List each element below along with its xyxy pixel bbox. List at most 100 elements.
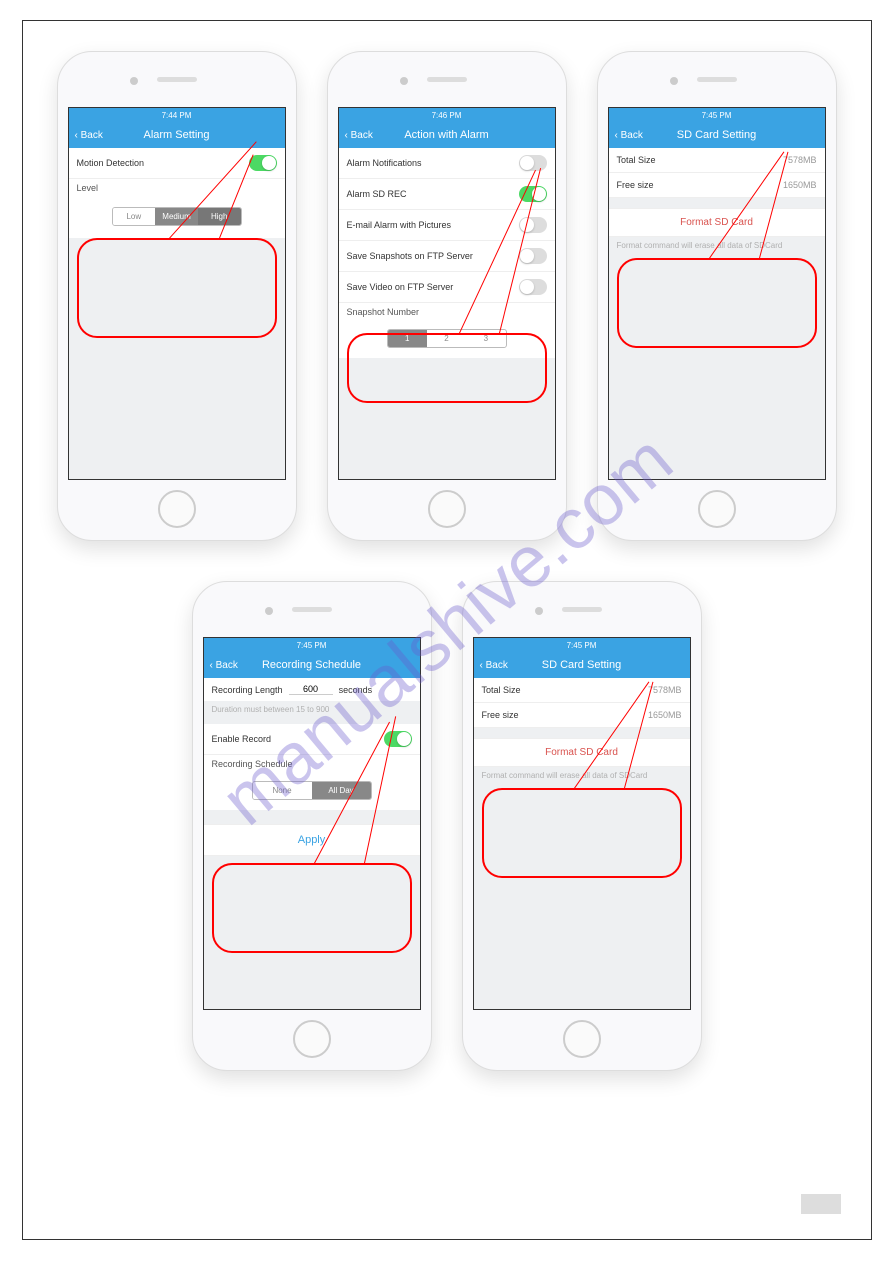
- recording-length-label: Recording Length: [212, 685, 283, 695]
- motion-detection-toggle[interactable]: [249, 155, 277, 171]
- back-button[interactable]: ‹ Back: [345, 130, 373, 141]
- content: Total Size 7578MB Free size 1650MB Forma…: [609, 148, 825, 254]
- seg-allday[interactable]: All Day: [312, 782, 371, 799]
- snapshot-number-label: Snapshot Number: [339, 303, 555, 319]
- toggle-knob: [397, 732, 411, 746]
- toggle-knob: [520, 156, 534, 170]
- callout-box: [482, 788, 682, 878]
- screen-sd-card-1: 7:45 PM ‹ Back SD Card Setting Total Siz…: [608, 107, 826, 480]
- page-number-box: [801, 1194, 841, 1214]
- status-time: 7:45 PM: [567, 641, 597, 650]
- level-label: Level: [69, 179, 285, 195]
- screen-alarm-setting: 7:44 PM ‹ Back Alarm Setting Motion Dete…: [68, 107, 286, 480]
- status-bar: 7:46 PM: [339, 108, 555, 122]
- home-button[interactable]: [158, 490, 196, 528]
- free-size-row: Free size 1650MB: [609, 173, 825, 198]
- status-bar: 7:45 PM: [609, 108, 825, 122]
- back-button[interactable]: ‹ Back: [615, 130, 643, 141]
- status-time: 7:44 PM: [162, 111, 192, 120]
- nav-title: Action with Alarm: [404, 129, 488, 141]
- phone-camera: [670, 77, 678, 85]
- row-label: Alarm Notifications: [347, 158, 422, 168]
- recording-length-row: Recording Length seconds: [204, 678, 420, 701]
- phone-camera: [265, 607, 273, 615]
- total-size-row: Total Size 7578MB: [609, 148, 825, 173]
- nav-title: SD Card Setting: [542, 659, 621, 671]
- back-label: Back: [351, 130, 373, 141]
- phone-camera: [535, 607, 543, 615]
- apply-button[interactable]: Apply: [204, 824, 420, 856]
- snap-ftp-toggle[interactable]: [519, 248, 547, 264]
- back-button[interactable]: ‹ Back: [210, 660, 238, 671]
- toggle-knob: [520, 280, 534, 294]
- callout-box: [77, 238, 277, 338]
- phone-alarm-setting: 7:44 PM ‹ Back Alarm Setting Motion Dete…: [57, 51, 297, 541]
- callout-box: [212, 863, 412, 953]
- total-size-row: Total Size 7578MB: [474, 678, 690, 703]
- alarm-notifications-row: Alarm Notifications: [339, 148, 555, 179]
- nav-title: Alarm Setting: [143, 129, 209, 141]
- home-button[interactable]: [293, 1020, 331, 1058]
- total-size-label: Total Size: [617, 155, 656, 165]
- page-frame: manualshive.com 7:44 PM ‹ Back Alarm Set…: [22, 20, 872, 1240]
- screen-action-alarm: 7:46 PM ‹ Back Action with Alarm Alarm N…: [338, 107, 556, 480]
- format-sd-button[interactable]: Format SD Card: [474, 738, 690, 767]
- recording-length-input[interactable]: [289, 684, 333, 695]
- free-size-value: 1650MB: [648, 710, 682, 720]
- format-sd-button[interactable]: Format SD Card: [609, 208, 825, 237]
- phone-row-2: 7:45 PM ‹ Back Recording Schedule Record…: [43, 581, 851, 1071]
- status-bar: 7:44 PM: [69, 108, 285, 122]
- status-bar: 7:45 PM: [474, 638, 690, 652]
- content: Motion Detection Level Low Medium High: [69, 148, 285, 238]
- enable-record-label: Enable Record: [212, 734, 272, 744]
- total-size-value: 7578MB: [783, 155, 817, 165]
- row-label: Save Video on FTP Server: [347, 282, 454, 292]
- status-time: 7:46 PM: [432, 111, 462, 120]
- status-time: 7:45 PM: [297, 641, 327, 650]
- nav-bar: ‹ Back Action with Alarm: [339, 122, 555, 148]
- seg-high[interactable]: High: [198, 208, 241, 225]
- motion-detection-row: Motion Detection: [69, 148, 285, 179]
- content: Recording Length seconds Duration must b…: [204, 678, 420, 856]
- row-label: Save Snapshots on FTP Server: [347, 251, 473, 261]
- phone-speaker: [292, 607, 332, 612]
- alarm-sd-rec-row: Alarm SD REC: [339, 179, 555, 210]
- phone-speaker: [427, 77, 467, 82]
- phone-camera: [130, 77, 138, 85]
- length-hint: Duration must between 15 to 900: [204, 701, 420, 718]
- seg-low[interactable]: Low: [113, 208, 156, 225]
- free-size-label: Free size: [482, 710, 519, 720]
- back-button[interactable]: ‹ Back: [480, 660, 508, 671]
- phone-speaker: [562, 607, 602, 612]
- phone-speaker: [697, 77, 737, 82]
- total-size-label: Total Size: [482, 685, 521, 695]
- toggle-knob: [520, 249, 534, 263]
- content: Alarm Notifications Alarm SD REC E-mail …: [339, 148, 555, 358]
- screen-sd-card-2: 7:45 PM ‹ Back SD Card Setting Total Siz…: [473, 637, 691, 1010]
- enable-record-toggle[interactable]: [384, 731, 412, 747]
- home-button[interactable]: [563, 1020, 601, 1058]
- phone-row-1: 7:44 PM ‹ Back Alarm Setting Motion Dete…: [43, 51, 851, 541]
- back-label: Back: [81, 130, 103, 141]
- alarm-notifications-toggle[interactable]: [519, 155, 547, 171]
- phone-speaker: [157, 77, 197, 82]
- status-bar: 7:45 PM: [204, 638, 420, 652]
- video-ftp-toggle[interactable]: [519, 279, 547, 295]
- screen-recording-schedule: 7:45 PM ‹ Back Recording Schedule Record…: [203, 637, 421, 1010]
- total-size-value: 7578MB: [648, 685, 682, 695]
- toggle-knob: [262, 156, 276, 170]
- back-button[interactable]: ‹ Back: [75, 130, 103, 141]
- home-button[interactable]: [428, 490, 466, 528]
- email-alarm-toggle[interactable]: [519, 217, 547, 233]
- seg-none[interactable]: None: [253, 782, 312, 799]
- home-button[interactable]: [698, 490, 736, 528]
- back-label: Back: [216, 660, 238, 671]
- phone-sd-card-2: 7:45 PM ‹ Back SD Card Setting Total Siz…: [462, 581, 702, 1071]
- level-segment[interactable]: Low Medium High: [112, 207, 242, 226]
- content: Total Size 7578MB Free size 1650MB Forma…: [474, 678, 690, 784]
- seg-medium[interactable]: Medium: [155, 208, 198, 225]
- callout-box: [347, 333, 547, 403]
- phone-recording-schedule: 7:45 PM ‹ Back Recording Schedule Record…: [192, 581, 432, 1071]
- nav-title: SD Card Setting: [677, 129, 756, 141]
- back-label: Back: [486, 660, 508, 671]
